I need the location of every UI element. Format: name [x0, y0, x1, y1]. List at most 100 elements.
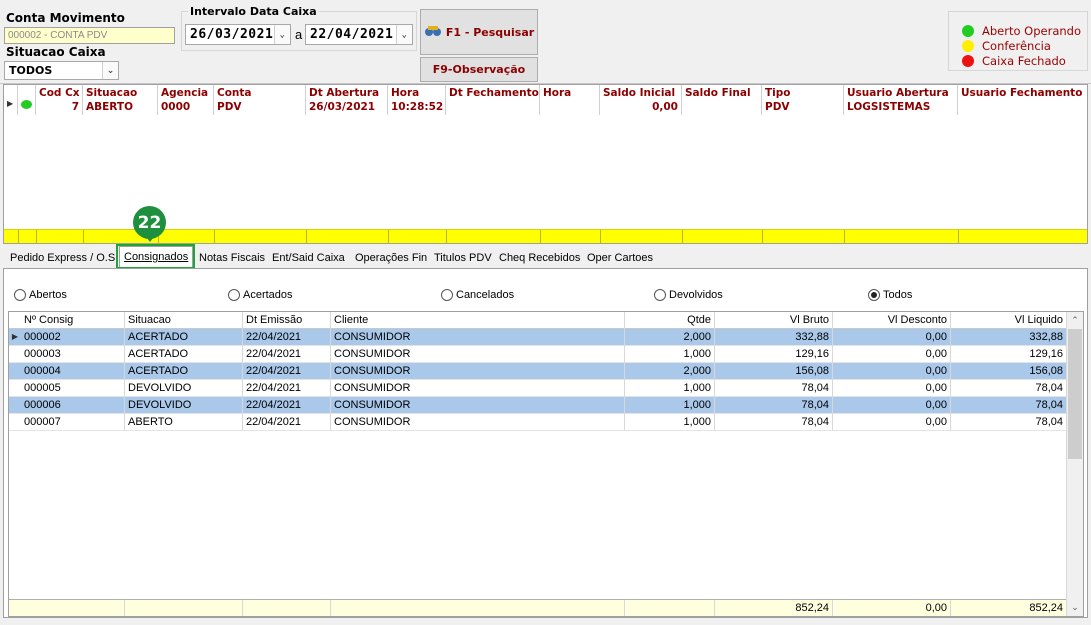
legend-conferencia: Conferência	[962, 39, 1051, 53]
radio-label: Cancelados	[456, 289, 515, 301]
tab-highlight-frame	[116, 244, 195, 269]
date-from-input[interactable]: 26/03/2021 ⌄	[185, 24, 291, 45]
table-cell: 332,88	[951, 329, 1067, 346]
legend-label: Aberto Operando	[982, 24, 1081, 38]
radio-todos[interactable]: Todos	[868, 289, 912, 301]
table-cell: ACERTADO	[125, 329, 243, 346]
table-cell: 000007	[21, 414, 125, 431]
header-dt-emissao[interactable]: Dt Emissão	[243, 312, 331, 329]
col-hora-abertura[interactable]: Hora 10:28:52	[388, 85, 446, 115]
col-situacao[interactable]: Situacao ABERTO	[83, 85, 158, 115]
table-row[interactable]: ▶ 000002 ACERTADO 22/04/2021 CONSUMIDOR 2,000…	[9, 329, 1067, 346]
conta-movimento-field[interactable]: 000002 - CONTA PDV	[4, 27, 175, 44]
tab-titulos-pdv[interactable]: Titulos PDV	[430, 248, 496, 268]
radio-acertados[interactable]: Acertados	[228, 289, 293, 301]
vertical-scrollbar[interactable]: ⌃ ⌄	[1066, 312, 1083, 616]
radio-label: Todos	[883, 289, 913, 301]
consignados-table[interactable]: Nº Consig Situacao Dt Emissão Cliente Qt…	[8, 311, 1084, 617]
table-cell: 78,04	[715, 397, 833, 414]
date-to-input[interactable]: 22/04/2021 ⌄	[305, 24, 413, 45]
table-cell: 22/04/2021	[243, 329, 331, 346]
header-vl-desconto[interactable]: Vl Desconto	[833, 312, 951, 329]
search-button[interactable]: F1 - Pesquisar	[420, 9, 538, 55]
table-cell: 0,00	[833, 414, 951, 431]
table-cell: 78,04	[951, 397, 1067, 414]
col-tipo[interactable]: Tipo PDV	[762, 85, 844, 115]
col-dt-fechamento[interactable]: Dt Fechamento	[446, 85, 540, 115]
radio-cancelados[interactable]: Cancelados	[441, 289, 514, 301]
header-vl-liquido[interactable]: Vl Liquido	[951, 312, 1067, 329]
binoculars-icon	[424, 25, 442, 40]
search-button-label: F1 - Pesquisar	[445, 25, 535, 39]
situacao-caixa-select[interactable]: TODOS ⌄	[4, 61, 119, 80]
observacao-button-label: F9-Observação	[432, 63, 526, 76]
table-cell: CONSUMIDOR	[331, 346, 625, 363]
calendar-dropdown-icon[interactable]: ⌄	[396, 25, 412, 44]
tab-ent-said-caixa[interactable]: Ent/Said Caixa	[268, 248, 349, 268]
status-cell	[18, 85, 36, 115]
situacao-caixa-label: Situacao Caixa	[6, 45, 106, 59]
col-cod-cx[interactable]: Cod Cx 7	[36, 85, 83, 115]
col-saldo-final[interactable]: Saldo Final	[682, 85, 762, 115]
table-cell: 0,00	[833, 380, 951, 397]
col-usuario-fechamento[interactable]: Usuario Fechamento	[958, 85, 1088, 115]
col-usuario-abertura[interactable]: Usuario Abertura LOGSISTEMAS	[844, 85, 958, 115]
calendar-dropdown-icon[interactable]: ⌄	[274, 25, 290, 44]
header-cliente[interactable]: Cliente	[331, 312, 625, 329]
header-n-consig[interactable]: Nº Consig	[21, 312, 125, 329]
legend-label: Conferência	[982, 39, 1051, 53]
table-cell: 000005	[21, 380, 125, 397]
tab-notas-fiscais[interactable]: Notas Fiscais	[195, 248, 269, 268]
red-status-icon	[962, 55, 974, 67]
caixa-grid-row[interactable]: ▶ Cod Cx 7 Situacao ABERTO Agencia 0000 Con…	[4, 85, 1087, 115]
radio-label: Acertados	[243, 289, 293, 301]
table-row[interactable]: 000006 DEVOLVIDO 22/04/2021 CONSUMIDOR 1,000…	[9, 397, 1067, 414]
radio-label: Abertos	[29, 289, 67, 301]
radio-label: Devolvidos	[669, 289, 723, 301]
col-agencia[interactable]: Agencia 0000	[158, 85, 214, 115]
scroll-thumb[interactable]	[1068, 329, 1082, 459]
table-cell: 1,000	[625, 346, 715, 363]
row-pointer-icon: ▶	[11, 332, 19, 341]
table-cell: 2,000	[625, 363, 715, 380]
total-vl-desconto: 0,00	[833, 600, 951, 616]
table-row[interactable]: 000005 DEVOLVIDO 22/04/2021 CONSUMIDOR 1,000…	[9, 380, 1067, 397]
tab-cheq-recebidos[interactable]: Cheq Recebidos	[495, 248, 584, 268]
col-conta[interactable]: Conta PDV	[214, 85, 306, 115]
table-cell: 129,16	[951, 346, 1067, 363]
scroll-up-icon[interactable]: ⌃	[1067, 312, 1083, 329]
scroll-down-icon[interactable]: ⌄	[1067, 599, 1083, 616]
table-cell: CONSUMIDOR	[331, 397, 625, 414]
tab-operacoes-fin[interactable]: Operações Fin	[351, 248, 431, 268]
table-cell: 1,000	[625, 380, 715, 397]
header-qtde[interactable]: Qtde	[625, 312, 715, 329]
situacao-caixa-value: TODOS	[9, 64, 53, 77]
col-hora-fechamento[interactable]: Hora	[540, 85, 600, 115]
tab-oper-cartoes[interactable]: Oper Cartoes	[583, 248, 657, 268]
table-cell: CONSUMIDOR	[331, 380, 625, 397]
filter-panel: Conta Movimento 000002 - CONTA PDV Situa…	[0, 0, 1091, 84]
radio-abertos[interactable]: Abertos	[14, 289, 67, 301]
table-row[interactable]: 000004 ACERTADO 22/04/2021 CONSUMIDOR 2,000 1…	[9, 363, 1067, 380]
table-cell: 000004	[21, 363, 125, 380]
table-cell: 22/04/2021	[243, 414, 331, 431]
radio-devolvidos[interactable]: Devolvidos	[654, 289, 723, 301]
intervalo-data-label: Intervalo Data Caixa	[188, 5, 319, 18]
radio-circle-icon	[654, 289, 666, 301]
table-cell: 000002	[21, 329, 125, 346]
col-saldo-inicial[interactable]: Saldo Inicial 0,00	[600, 85, 682, 115]
table-header: Nº Consig Situacao Dt Emissão Cliente Qt…	[9, 312, 1067, 329]
header-vl-bruto[interactable]: Vl Bruto	[715, 312, 833, 329]
table-row[interactable]: 000007 ABERTO 22/04/2021 CONSUMIDOR 1,000 78,…	[9, 414, 1067, 431]
tab-pedido-express[interactable]: Pedido Express / O.S	[6, 248, 119, 268]
chevron-down-icon[interactable]: ⌄	[102, 62, 118, 79]
table-cell: ACERTADO	[125, 346, 243, 363]
table-cell: 1,000	[625, 397, 715, 414]
radio-circle-icon	[441, 289, 453, 301]
observacao-button[interactable]: F9-Observação	[420, 57, 538, 82]
table-cell: 22/04/2021	[243, 346, 331, 363]
header-situacao[interactable]: Situacao	[125, 312, 243, 329]
col-dt-abertura[interactable]: Dt Abertura 26/03/2021	[306, 85, 388, 115]
table-row[interactable]: 000003 ACERTADO 22/04/2021 CONSUMIDOR 1,000 1…	[9, 346, 1067, 363]
conta-movimento-label: Conta Movimento	[6, 11, 125, 25]
